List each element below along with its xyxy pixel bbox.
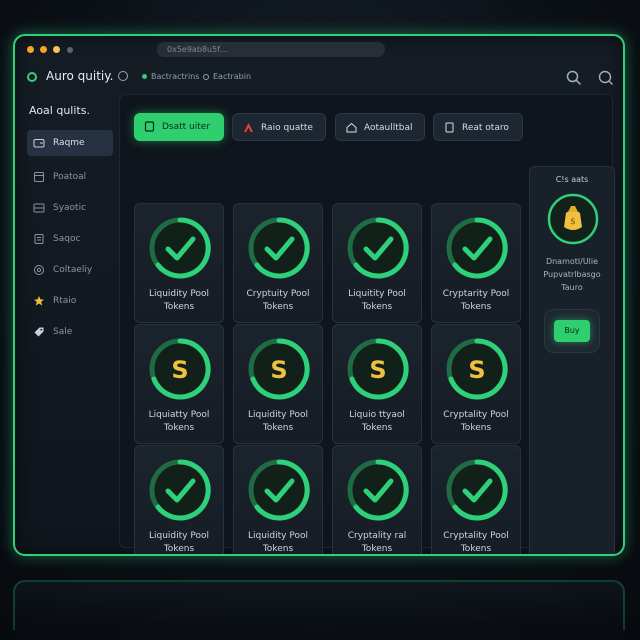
token-card[interactable]: Cryptality ral Tokens (332, 445, 422, 554)
token-card-label: Liquio ttyaol Tokens (349, 410, 405, 433)
token-card-label: Cryptarity Pool Tokens (442, 289, 510, 312)
window-close-button[interactable] (27, 46, 34, 53)
token-card[interactable]: S Cryptality Pool Tokens (431, 324, 521, 444)
token-coin-icon: S (149, 338, 211, 400)
checkmark-icon (248, 459, 310, 521)
token-card-label: Liquitity Pool Tokens (348, 289, 406, 312)
sidebar-item-saqoc[interactable]: Saqoc (27, 226, 113, 252)
token-card[interactable]: Cryptuity Pool Tokens (233, 203, 323, 323)
wallet-icon (33, 139, 45, 148)
svg-text:S: S (369, 356, 386, 384)
token-card[interactable]: Liquidity Pool Tokens (134, 203, 224, 323)
search-icon (598, 70, 613, 85)
sidebar-item-raqme[interactable]: Raqme (27, 130, 113, 156)
settings-icon (34, 265, 44, 275)
token-card[interactable]: S Liquidity Pool Tokens (233, 324, 323, 444)
token-coin-icon: S (347, 338, 409, 400)
search-button[interactable] (565, 69, 583, 87)
token-card-label: Liquidity Pool Tokens (248, 410, 308, 433)
page-icon (445, 122, 454, 133)
buy-button[interactable]: Buy (554, 320, 590, 342)
tab-reat-otaro[interactable]: Reat otaro (433, 113, 523, 141)
checkmark-icon (248, 217, 310, 279)
token-card[interactable]: Liquidity Pool Tokens (134, 445, 224, 554)
token-detail-panel: C!s aats $ Dnamotl/Ulie Pupvatrlbasgo Ta… (529, 166, 615, 554)
search-icon (566, 70, 582, 86)
brand-name: Auro quitiy. (46, 69, 114, 83)
header-link-secondary[interactable]: Eactrabin (203, 72, 251, 81)
sidebar-item-coltaeliy[interactable]: Coltaeliy (27, 257, 113, 283)
token-coin-icon: S (446, 338, 508, 400)
token-card-label: Cryptality Pool Tokens (443, 410, 509, 433)
tab-aotaulltbal[interactable]: Aotaulltbal (335, 113, 425, 141)
svg-text:S: S (171, 356, 188, 384)
sidebar-item-poatoal[interactable]: Poatoal (27, 164, 113, 190)
token-card[interactable]: Cryptarity Pool Tokens (431, 203, 521, 323)
sidebar-item-sale[interactable]: Sale (27, 319, 113, 345)
token-card-label: Cryptality ral Tokens (347, 531, 407, 554)
tab-raio-quatte[interactable]: Raio quatte (232, 113, 326, 141)
token-card[interactable]: S Liquio ttyaol Tokens (332, 324, 422, 444)
token-card-label: Cryptality Pool Tokens (443, 531, 509, 554)
sidebar-title: Aoal qulits. (29, 104, 90, 117)
token-card-label: Liquidity Pool Tokens (248, 531, 308, 554)
swap-icon (33, 203, 45, 213)
token-card-label: Liquidity Pool Tokens (149, 289, 209, 312)
panel-title: C!s aats (555, 175, 589, 184)
sidebar-item-rtaio[interactable]: Rtaio (27, 288, 113, 314)
token-card[interactable]: Liquitity Pool Tokens (332, 203, 422, 323)
staking-icon (34, 234, 44, 244)
checkmark-icon (149, 459, 211, 521)
tab-primary[interactable]: Dsatt uiter (134, 113, 224, 141)
token-card-label: Liquidity Pool Tokens (149, 531, 209, 554)
brand-logo-icon (27, 72, 37, 82)
token-bag-icon: $ (547, 193, 599, 245)
window-extra-button[interactable] (67, 47, 73, 53)
checkmark-icon (347, 217, 409, 279)
title-bar: 0x5e9ab8u5f… (15, 36, 623, 62)
header-link-primary[interactable]: Bactractrins (142, 72, 199, 81)
chart-icon (244, 123, 253, 132)
status-dot-icon (142, 74, 147, 79)
token-card-label: Liquiatty Pool Tokens (148, 410, 210, 433)
token-card[interactable]: S Liquiatty Pool Tokens (134, 324, 224, 444)
info-icon[interactable] (118, 71, 128, 81)
window-maximize-button[interactable] (53, 46, 60, 53)
document-icon (144, 121, 155, 132)
buy-button-container: Buy (544, 309, 600, 353)
checkmark-icon (149, 217, 211, 279)
panel-description: Dnamotl/Ulie Pupvatrlbasgo Tauro (543, 257, 601, 292)
search-button-secondary[interactable] (597, 69, 615, 87)
home-icon (346, 122, 357, 133)
token-card[interactable]: Liquidity Pool Tokens (233, 445, 323, 554)
checkmark-icon (446, 217, 508, 279)
svg-text:S: S (468, 356, 485, 384)
token-coin-icon: S (248, 338, 310, 400)
svg-text:$: $ (570, 217, 576, 227)
checkmark-icon (446, 459, 508, 521)
portfolio-icon (34, 172, 44, 182)
circle-icon (203, 73, 209, 80)
address-bar[interactable]: 0x5e9ab8u5f… (157, 42, 385, 57)
rewards-icon (34, 296, 44, 306)
tag-icon (34, 327, 44, 337)
token-card[interactable]: Cryptality Pool Tokens (431, 445, 521, 554)
token-card-label: Cryptuity Pool Tokens (246, 289, 310, 312)
checkmark-icon (347, 459, 409, 521)
window-reflection (13, 580, 625, 630)
app-window: 0x5e9ab8u5f… Auro quitiy. Bactractrins E… (13, 34, 625, 556)
svg-text:S: S (270, 356, 287, 384)
window-minimize-button[interactable] (40, 46, 47, 53)
sidebar-item-syaotic[interactable]: Syaotic (27, 195, 113, 221)
app-header: Auro quitiy. Bactractrins Eactrabin (15, 64, 623, 92)
